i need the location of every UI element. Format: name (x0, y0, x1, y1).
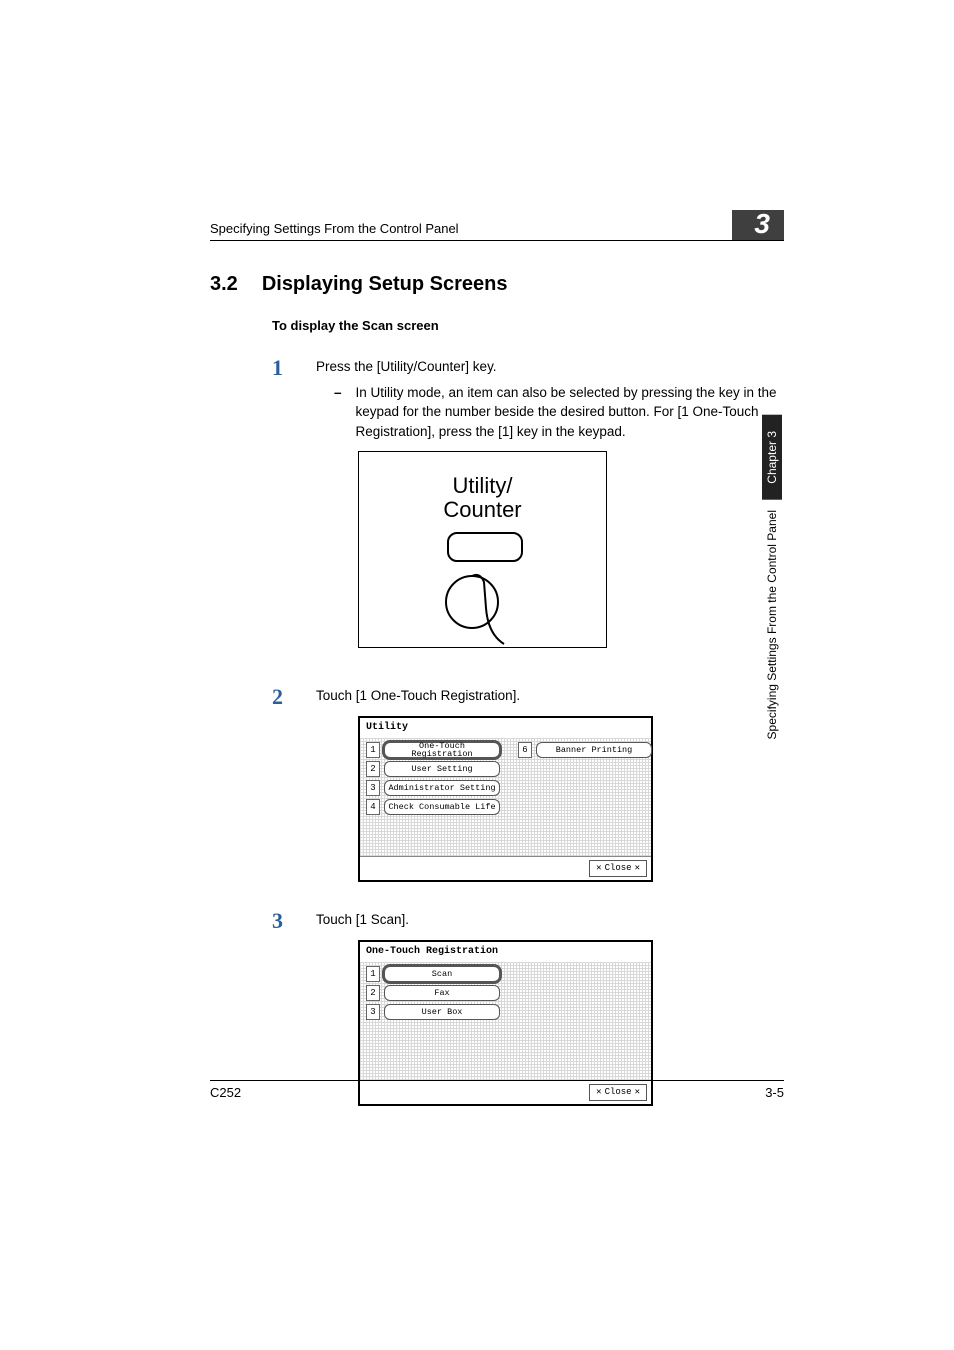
step-3-text: Touch [1 Scan]. (316, 910, 784, 930)
btn-fax[interactable]: Fax (384, 985, 500, 1001)
side-chapter-tab: Chapter 3 (762, 415, 782, 500)
close-button[interactable]: ✕ Close ✕ (589, 860, 647, 877)
section-title: Displaying Setup Screens (262, 273, 508, 296)
step-number-3: 3 (272, 910, 286, 1106)
lcd-utility-screen: Utility 1 One-Touch Registration 2 Use (358, 716, 653, 883)
btn-one-touch-registration[interactable]: One-Touch Registration (384, 742, 500, 758)
btn-banner-printing[interactable]: Banner Printing (536, 742, 652, 758)
btn-check-consumable-life[interactable]: Check Consumable Life (384, 799, 500, 815)
lcd-utility-title: Utility (360, 718, 651, 739)
running-head: Specifying Settings From the Control Pan… (210, 221, 459, 240)
step-1-text: Press the [Utility/Counter] key. (316, 357, 784, 377)
side-chapter-text: Specifying Settings From the Control Pan… (762, 500, 782, 751)
lcd-num: 1 (366, 742, 380, 758)
chapter-badge: 3 (732, 210, 784, 240)
close-icon: ✕ (635, 862, 640, 875)
lcd-num: 3 (366, 1004, 380, 1020)
btn-scan[interactable]: Scan (384, 966, 500, 982)
lcd-num: 2 (366, 761, 380, 777)
btn-administrator-setting[interactable]: Administrator Setting (384, 780, 500, 796)
finger-press-icon (444, 560, 524, 650)
footer-model: C252 (210, 1085, 241, 1100)
step-number-2: 2 (272, 686, 286, 882)
lcd-num: 1 (366, 966, 380, 982)
step-number-1: 1 (272, 357, 286, 648)
utility-counter-label: Utility/ Counter (359, 474, 606, 522)
btn-user-box[interactable]: User Box (384, 1004, 500, 1020)
section-number: 3.2 (210, 273, 238, 296)
step-2-text: Touch [1 One-Touch Registration]. (316, 686, 784, 706)
btn-user-setting[interactable]: User Setting (384, 761, 500, 777)
lcd-onetouch-title: One-Touch Registration (360, 942, 651, 963)
key-shape-icon (447, 532, 523, 562)
figure-utility-key: Utility/ Counter (358, 451, 607, 648)
footer-page-number: 3-5 (765, 1085, 784, 1100)
close-icon: ✕ (596, 862, 601, 875)
lcd-num: 3 (366, 780, 380, 796)
lcd-num: 2 (366, 985, 380, 1001)
subheading: To display the Scan screen (272, 318, 784, 333)
step-1-subtext: In Utility mode, an item can also be sel… (356, 383, 784, 442)
lcd-num: 4 (366, 799, 380, 815)
lcd-num: 6 (518, 742, 532, 758)
dash-icon: – (334, 383, 342, 442)
